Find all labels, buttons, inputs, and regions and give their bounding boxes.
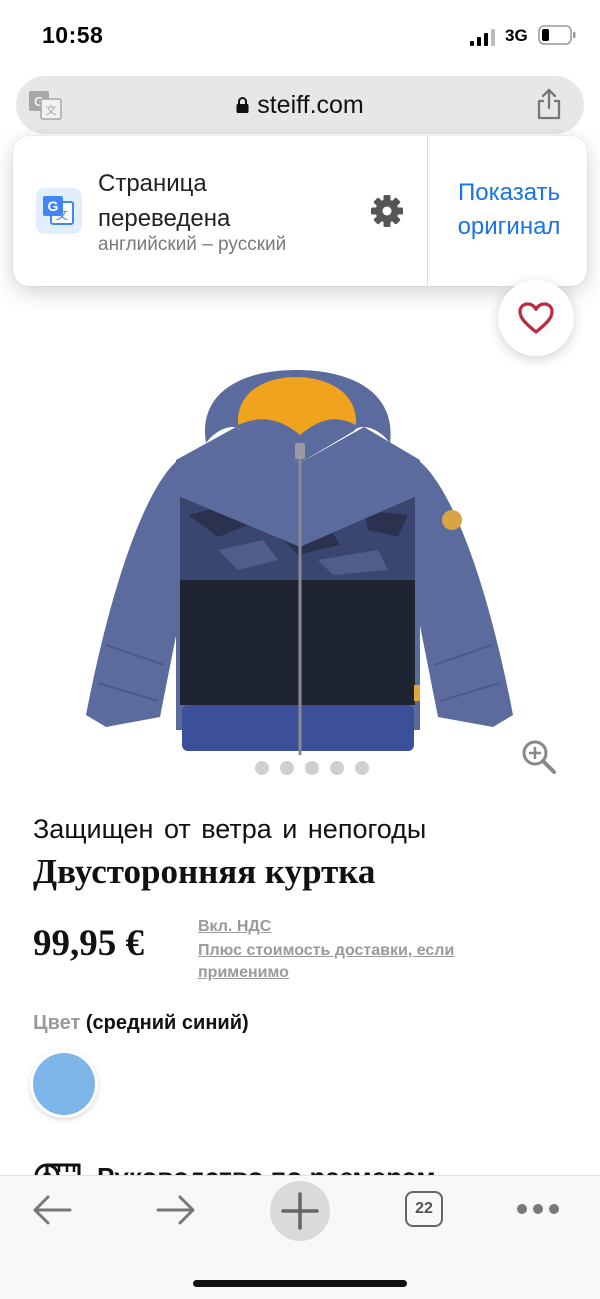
carousel-dot[interactable] <box>355 761 369 775</box>
color-swatch[interactable] <box>33 1053 95 1115</box>
gear-icon[interactable] <box>369 193 405 229</box>
color-label: Цвет <box>33 1012 81 1034</box>
favorite-button[interactable] <box>498 280 574 356</box>
network-type: 3G <box>505 26 528 45</box>
heart-icon <box>518 302 554 334</box>
vat-note-link[interactable]: Вкл. НДС <box>198 918 271 936</box>
show-original-button[interactable]: Показать оригинал <box>431 176 587 244</box>
image-carousel-dots <box>255 761 369 775</box>
translate-popup: 文 G Страница переведена английский – рус… <box>13 136 587 286</box>
url-text[interactable]: steiff.com <box>257 91 364 120</box>
color-row: Цвет (средний синий) <box>33 1012 249 1035</box>
color-value: (средний синий) <box>85 1012 249 1034</box>
address-bar[interactable]: G 文 steiff.com <box>16 76 584 134</box>
carousel-dot[interactable] <box>330 761 344 775</box>
share-icon[interactable] <box>534 87 564 121</box>
browser-toolbar: 22 <box>0 1175 600 1299</box>
home-indicator[interactable] <box>193 1280 407 1287</box>
translate-popup-title: Страница переведена <box>98 170 231 232</box>
popup-divider <box>427 136 428 286</box>
plus-icon <box>281 1192 319 1230</box>
back-arrow-icon[interactable] <box>28 1190 76 1230</box>
carousel-dot[interactable] <box>255 761 269 775</box>
lock-icon <box>236 97 249 113</box>
product-image[interactable] <box>78 365 528 765</box>
svg-text:G: G <box>48 198 59 214</box>
translate-popup-languages: английский – русский <box>98 234 287 255</box>
translate-icon: 文 G <box>36 188 82 234</box>
forward-arrow-icon[interactable] <box>152 1190 200 1230</box>
more-icon[interactable] <box>514 1202 562 1216</box>
zoom-icon[interactable] <box>520 738 558 776</box>
signal-icon <box>470 29 495 46</box>
product-subtitle: Защищен от ветра и непогоды <box>33 814 427 844</box>
product-title: Двусторонняя куртка <box>33 852 376 891</box>
product-price: 99,95 € <box>33 923 144 964</box>
carousel-dot[interactable] <box>305 761 319 775</box>
status-time: 10:58 <box>42 22 104 48</box>
tabs-button[interactable]: 22 <box>405 1191 443 1227</box>
new-tab-button[interactable] <box>270 1181 330 1241</box>
carousel-dot[interactable] <box>280 761 294 775</box>
battery-icon <box>538 25 576 45</box>
shipping-note-link[interactable]: Плюс стоимость доставки, если применимо <box>198 940 498 984</box>
